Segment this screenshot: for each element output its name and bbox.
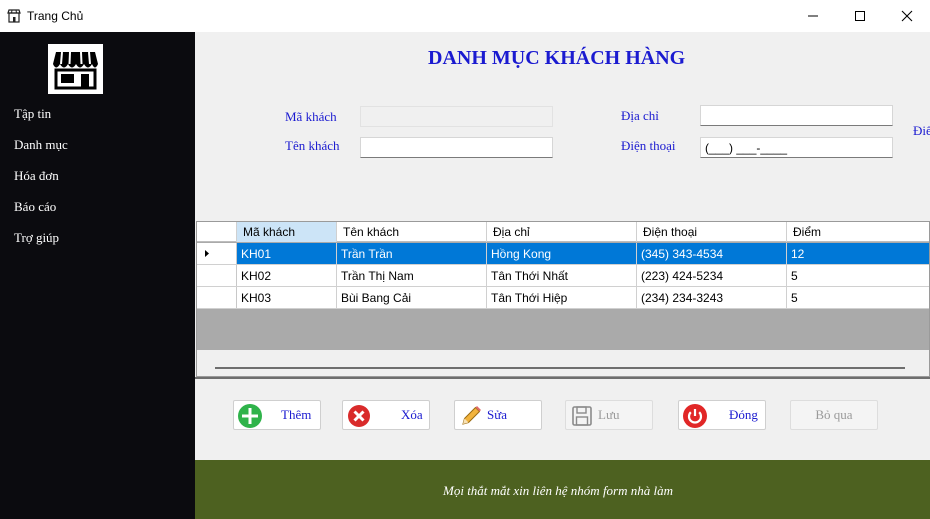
grid-scroll-area (197, 350, 929, 376)
pencil-icon (462, 406, 481, 425)
page-title: DANH MỤC KHÁCH HÀNG (428, 47, 686, 69)
them-button[interactable]: Thêm (233, 400, 321, 430)
delete-x-icon (348, 405, 370, 427)
dia-chi-field[interactable] (700, 105, 893, 126)
close-button[interactable] (884, 0, 930, 32)
row-header[interactable] (197, 287, 237, 308)
power-icon (683, 404, 707, 428)
close-icon (901, 10, 913, 22)
luu-label: Lưu (598, 407, 620, 422)
dien-thoai-field[interactable]: (___) ___-____ (700, 137, 893, 158)
ma-khach-field[interactable] (360, 106, 553, 127)
row-pointer-icon (205, 250, 209, 257)
luu-button[interactable]: Lưu (565, 400, 653, 430)
grid-header: Mã khách Tên khách Địa chỉ Điện thoại Đi… (197, 222, 929, 242)
column-header-diem[interactable]: Điểm (787, 222, 929, 242)
table-row[interactable]: KH03 Bùi Bang Cải Tân Thới Hiệp (234) 23… (197, 287, 929, 309)
grid-corner (197, 222, 237, 242)
cell-ten-khach[interactable]: Trần Trần (337, 243, 487, 264)
xoa-button[interactable]: Xóa (342, 400, 430, 430)
cell-dien-thoai[interactable]: (234) 234-3243 (637, 287, 787, 308)
cell-ten-khach[interactable]: Trần Thị Nam (337, 265, 487, 286)
column-header-dien-thoai[interactable]: Điện thoại (637, 222, 787, 242)
ten-khach-field[interactable] (360, 137, 553, 158)
table-row[interactable]: KH01 Trần Trần Hồng Kong (345) 343-4534 … (197, 243, 929, 265)
window-title: Trang Chủ (27, 9, 84, 23)
main-panel: DANH MỤC KHÁCH HÀNG Mã khách Tên khách Đ… (195, 32, 930, 519)
ten-khach-label: Tên khách (285, 138, 340, 153)
column-header-ten-khach[interactable]: Tên khách (337, 222, 487, 242)
customer-grid[interactable]: Mã khách Tên khách Địa chỉ Điện thoại Đi… (196, 221, 930, 377)
dien-thoai-label: Điện thoại (621, 138, 676, 153)
menu-danh-muc[interactable]: Danh mục (14, 137, 68, 153)
cell-dien-thoai[interactable]: (223) 424-5234 (637, 265, 787, 286)
title-bar: Trang Chủ (0, 0, 930, 32)
menu-bao-cao[interactable]: Báo cáo (14, 199, 56, 215)
plus-circle-icon (238, 404, 262, 428)
horizontal-scrollbar[interactable] (215, 367, 905, 369)
dia-chi-label: Địa chỉ (621, 108, 659, 123)
row-header[interactable] (197, 243, 237, 264)
store-icon (53, 51, 98, 90)
save-disk-icon (572, 406, 592, 426)
bo-qua-button[interactable]: Bỏ qua (790, 400, 878, 430)
cell-ma-khach[interactable]: KH02 (237, 265, 337, 286)
sua-button[interactable]: Sửa (454, 400, 542, 430)
table-row[interactable]: KH02 Trần Thị Nam Tân Thới Nhất (223) 42… (197, 265, 929, 287)
app-store-icon (7, 9, 21, 23)
diem-label: Điể (913, 123, 930, 138)
footer-banner: Mọi thắt mắt xin liên hệ nhóm form nhà l… (195, 460, 930, 519)
minimize-icon (808, 15, 818, 17)
cell-dia-chi[interactable]: Tân Thới Nhất (487, 265, 637, 286)
store-logo (48, 44, 103, 94)
maximize-button[interactable] (837, 0, 883, 32)
menu-hoa-don[interactable]: Hóa đơn (14, 168, 59, 184)
sidebar: Tập tin Danh mục Hóa đơn Báo cáo Trợ giú… (0, 32, 195, 519)
cell-ma-khach[interactable]: KH01 (237, 243, 337, 264)
them-label: Thêm (281, 407, 312, 422)
cell-ma-khach[interactable]: KH03 (237, 287, 337, 308)
column-header-ma-khach[interactable]: Mã khách (237, 222, 337, 242)
bo-qua-label: Bỏ qua (815, 407, 853, 422)
cell-dien-thoai[interactable]: (345) 343-4534 (637, 243, 787, 264)
maximize-icon (855, 11, 865, 21)
row-header[interactable] (197, 265, 237, 286)
sua-label: Sửa (487, 407, 508, 422)
cell-dia-chi[interactable]: Hồng Kong (487, 243, 637, 264)
cell-diem[interactable]: 12 (787, 243, 929, 264)
xoa-label: Xóa (401, 407, 423, 422)
dong-button[interactable]: Đóng (678, 400, 766, 430)
grid-bottom-divider (195, 377, 930, 379)
footer-text: Mọi thắt mắt xin liên hệ nhóm form nhà l… (443, 483, 674, 498)
cell-ten-khach[interactable]: Bùi Bang Cải (337, 287, 487, 308)
ma-khach-label: Mã khách (285, 109, 337, 124)
menu-tro-giup[interactable]: Trợ giúp (14, 230, 59, 246)
cell-dia-chi[interactable]: Tân Thới Hiệp (487, 287, 637, 308)
cell-diem[interactable]: 5 (787, 265, 929, 286)
column-header-dia-chi[interactable]: Địa chỉ (487, 222, 637, 242)
cell-diem[interactable]: 5 (787, 287, 929, 308)
dong-label: Đóng (729, 407, 758, 422)
menu-tap-tin[interactable]: Tập tin (14, 106, 51, 122)
minimize-button[interactable] (790, 0, 836, 32)
